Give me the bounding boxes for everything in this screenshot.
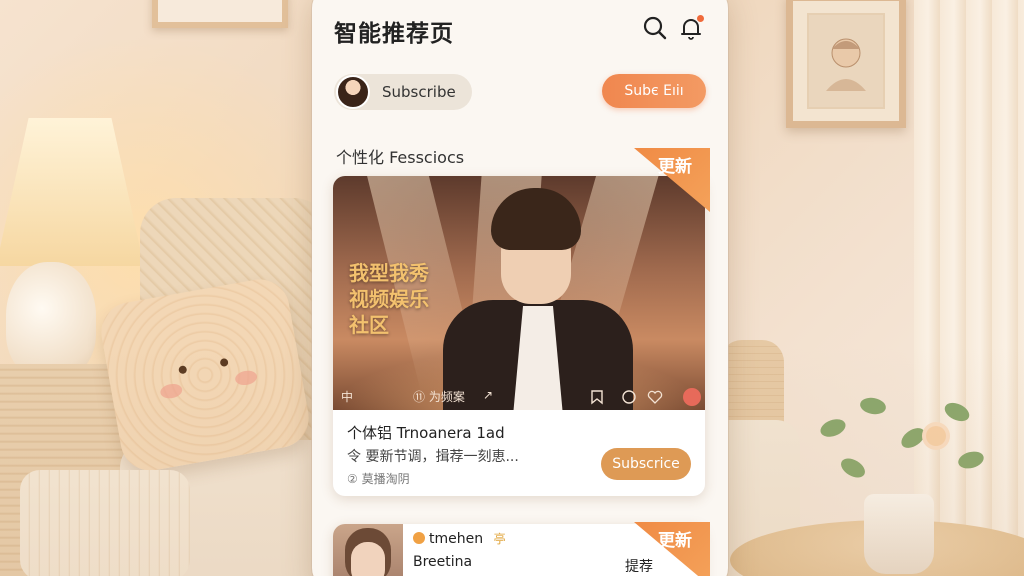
creator-name-text: tmehen	[429, 531, 484, 547]
video-thumbnail[interactable]: 我型我秀 视频娱乐 社区 中 ⑪ 为频案 ↗	[333, 176, 705, 410]
subscribe-button[interactable]: Subє Eıiı	[602, 74, 706, 108]
like-button[interactable]	[683, 388, 701, 406]
overlay-line: 社区	[349, 313, 389, 337]
coin-icon	[413, 532, 425, 544]
featured-video-card[interactable]: 我型我秀 视频娱乐 社区 中 ⑪ 为频案 ↗ 个体铝 Trnoanera 1ad…	[333, 176, 705, 496]
bookmark-icon[interactable]	[589, 389, 605, 405]
comment-icon[interactable]	[621, 389, 637, 405]
creator-face	[351, 542, 385, 576]
control-label[interactable]: ⑪ 为频案	[413, 388, 465, 405]
card-title: 个体铝 Trnoanera 1ad	[347, 424, 505, 442]
video-controls-bar: 中 ⑪ 为频案 ↗	[333, 384, 705, 410]
overlay-line: 视频娱乐	[349, 287, 429, 311]
card-subscribe-button[interactable]: Subscrice	[601, 448, 691, 480]
phone-screen: 智能推荐页 Subscribe Subє Eıiı 个性化 Fessciocs …	[312, 0, 728, 576]
performer-hair	[491, 188, 581, 250]
section-title: 个性化 Fessciocs	[336, 148, 465, 167]
update-ribbon-label: 更新	[658, 531, 692, 551]
page-title: 智能推荐页	[334, 21, 454, 47]
notification-dot	[697, 15, 704, 22]
subscribe-chip-label: Subscribe	[382, 83, 456, 101]
app-header: 智能推荐页	[334, 10, 706, 47]
overlay-line: 我型我秀	[349, 261, 429, 285]
control-lang[interactable]: 中	[341, 388, 353, 405]
card-description: 令 要新节调，揖荐一刻恵...	[347, 449, 519, 465]
recommend-link[interactable]: 提荐	[625, 556, 653, 576]
avatar	[336, 75, 370, 109]
search-icon	[643, 16, 667, 40]
creator-badge: 亭	[493, 532, 506, 546]
creator-subtitle: Breetina	[413, 554, 473, 570]
subscription-row: Subscribe Subє Eıiı	[334, 74, 706, 112]
update-ribbon-label: 更新	[658, 157, 692, 177]
notification-button[interactable]	[676, 13, 706, 43]
thumbnail-overlay-text: 我型我秀 视频娱乐 社区	[349, 260, 429, 338]
app-content: 智能推荐页 Subscribe Subє Eıiı 个性化 Fessciocs …	[312, 0, 728, 576]
card-meta: ② 莫播淘阴	[347, 472, 410, 486]
search-button[interactable]	[640, 13, 670, 43]
heart-outline-icon[interactable]	[647, 389, 663, 405]
performer-image	[443, 188, 633, 410]
creator-thumbnail	[333, 524, 403, 576]
creator-name: tmehen 亭	[413, 530, 506, 547]
share-icon[interactable]: ↗	[483, 388, 493, 402]
subscribe-chip[interactable]: Subscribe	[334, 74, 472, 110]
